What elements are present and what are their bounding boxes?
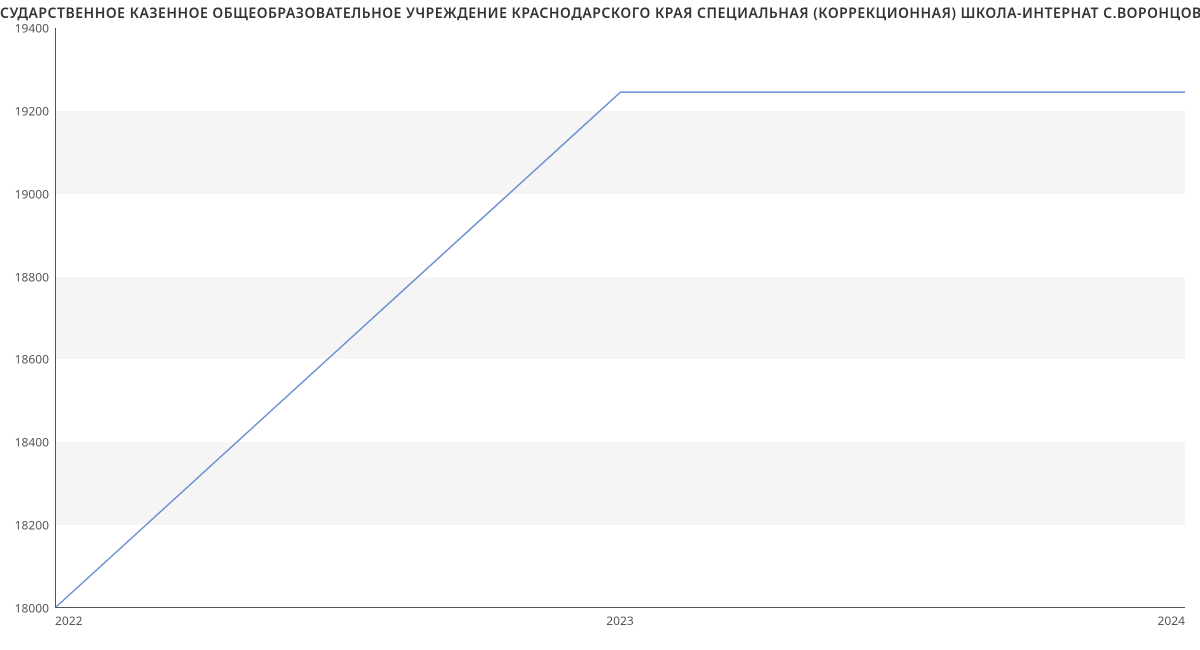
y-tick-label: 18200	[15, 517, 49, 534]
chart-container: СУДАРСТВЕННОЕ КАЗЕННОЕ ОБЩЕОБРАЗОВАТЕЛЬН…	[0, 0, 1200, 650]
line-layer	[56, 28, 1185, 607]
x-tick-label: 2023	[606, 612, 633, 629]
series-main	[56, 92, 1185, 607]
chart-title: СУДАРСТВЕННОЕ КАЗЕННОЕ ОБЩЕОБРАЗОВАТЕЛЬН…	[0, 4, 1200, 23]
y-tick-label: 18800	[15, 268, 49, 285]
y-tick-label: 19200	[15, 102, 49, 119]
x-tick-label: 2022	[55, 612, 82, 629]
x-tick-label: 2024	[1158, 612, 1185, 629]
y-tick-label: 19400	[15, 20, 49, 37]
y-tick-label: 18400	[15, 434, 49, 451]
y-tick-label: 19000	[15, 185, 49, 202]
y-tick-label: 18000	[15, 600, 49, 617]
y-tick-label: 18600	[15, 351, 49, 368]
plot-area	[55, 28, 1185, 608]
